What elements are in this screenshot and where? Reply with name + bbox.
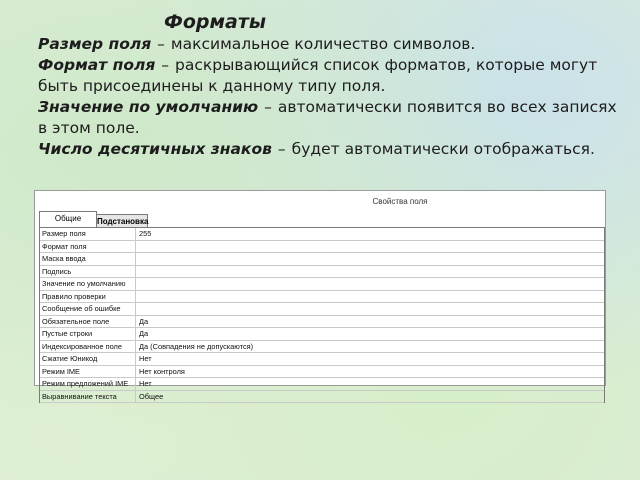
dash: – [157, 35, 165, 53]
paragraph-field-size: Размер поля – максимальное количество симв… [38, 34, 628, 55]
property-name: Размер поля [40, 228, 136, 240]
dash: – [277, 140, 286, 158]
property-row-ime-mode[interactable]: Режим IME Нет контроля [40, 365, 604, 378]
property-name: Подпись [40, 265, 136, 277]
definition-decimal-places: будет автоматически отображаться. [291, 140, 595, 158]
slide-title: Форматы [164, 11, 267, 33]
property-value[interactable]: Нет [136, 378, 604, 390]
property-row-field-size[interactable]: Размер поля 255 [40, 228, 604, 241]
property-row-format[interactable]: Формат поля [40, 240, 604, 253]
property-value[interactable]: Нет контроля [136, 366, 604, 378]
panel-caption: Свойства поля [372, 197, 428, 206]
properties-grid: Размер поля 255 Формат поля Маска ввода П… [39, 227, 605, 403]
term-decimal-places: Число десятичных знаков [38, 140, 272, 158]
dash: – [264, 98, 272, 116]
property-name: Режим предложений IME [40, 378, 136, 390]
property-value[interactable]: Да [136, 316, 604, 328]
property-value[interactable] [136, 253, 604, 265]
property-value[interactable] [136, 278, 604, 290]
property-value[interactable]: Нет [136, 353, 604, 365]
property-value[interactable] [136, 291, 604, 303]
term-field-size: Размер поля [38, 35, 152, 53]
term-field-format: Формат поля [38, 56, 156, 74]
property-value[interactable] [136, 303, 604, 315]
property-name: Формат поля [40, 240, 136, 252]
property-name: Режим IME [40, 365, 136, 377]
property-row-unicode-compression[interactable]: Сжатие Юникод Нет [40, 353, 604, 366]
property-row-text-align[interactable]: Выравнивание текста Общее [40, 390, 604, 403]
property-row-indexed[interactable]: Индексированное поле Да (Совпадения не до… [40, 340, 604, 353]
tab-lookup[interactable]: Подстановка [96, 214, 148, 228]
dash: – [161, 56, 170, 74]
field-properties-panel: Свойства поля Общие Подстановка Размер п… [34, 190, 606, 403]
property-row-allow-empty[interactable]: Пустые строки Да [40, 328, 604, 341]
paragraph-default-value: Значение по умолчанию – автоматически появ… [38, 97, 628, 139]
property-name: Значение по умолчанию [40, 278, 136, 290]
property-row-input-mask[interactable]: Маска ввода [40, 253, 604, 266]
property-name: Сообщение об ошибке [40, 303, 136, 315]
property-name: Сжатие Юникод [40, 353, 136, 365]
property-row-caption[interactable]: Подпись [40, 265, 604, 278]
property-value[interactable]: 255 [136, 228, 604, 240]
paragraph-field-format: Формат поля – раскрывающийся список формат… [38, 55, 628, 97]
property-name: Обязательное поле [40, 315, 136, 327]
term-default-value: Значение по умолчанию [38, 98, 259, 116]
property-value[interactable]: Да (Совпадения не допускаются) [136, 341, 604, 353]
property-value[interactable] [136, 241, 604, 253]
property-value[interactable] [136, 266, 604, 278]
property-value[interactable]: Да [136, 328, 604, 340]
property-row-validation-text[interactable]: Сообщение об ошибке [40, 303, 604, 316]
property-row-ime-sentence-mode[interactable]: Режим предложений IME Нет [40, 378, 604, 391]
property-name: Пустые строки [40, 328, 136, 340]
property-value[interactable]: Общее [136, 391, 604, 403]
slide-text: Форматы Размер поля – максимальное количес… [38, 10, 628, 160]
property-row-validation-rule[interactable]: Правило проверки [40, 290, 604, 303]
paragraph-decimal-places: Число десятичных знаков – будет автоматиче… [38, 139, 628, 160]
property-name: Маска ввода [40, 253, 136, 265]
property-name: Правило проверки [40, 290, 136, 302]
tab-general[interactable]: Общие [39, 211, 97, 227]
property-row-required[interactable]: Обязательное поле Да [40, 315, 604, 328]
property-name: Индексированное поле [40, 340, 136, 352]
property-name: Выравнивание текста [40, 390, 136, 402]
property-row-default-value[interactable]: Значение по умолчанию [40, 278, 604, 291]
definition-field-size: максимальное количество символов. [170, 35, 476, 53]
